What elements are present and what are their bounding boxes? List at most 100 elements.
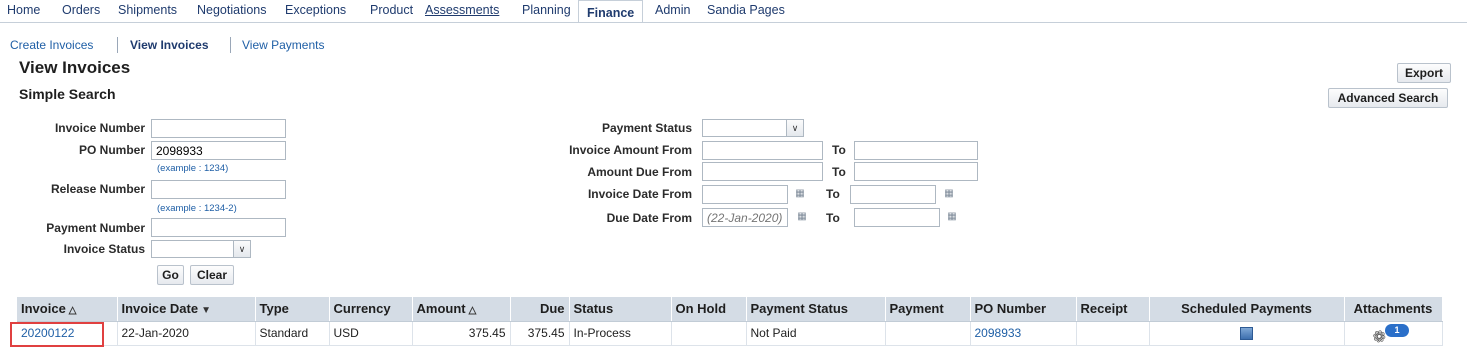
calendar-icon[interactable]: ▦ <box>795 210 809 224</box>
column-label: Attachments <box>1353 301 1433 317</box>
calendar-icon[interactable]: ▦ <box>945 210 959 224</box>
column-header-payment-status: Payment Status <box>746 297 886 322</box>
invoice-link[interactable]: 20200122 <box>21 326 74 340</box>
tab-home[interactable]: Home <box>7 3 40 17</box>
tab-planning[interactable]: Planning <box>522 3 571 17</box>
invoice-date-from-label: Invoice Date From <box>587 187 692 201</box>
column-label: Payment Status <box>750 301 849 317</box>
amount-due-from-input[interactable] <box>702 162 823 181</box>
column-label: Status <box>573 301 614 317</box>
subtab-view-payments[interactable]: View Payments <box>242 38 324 52</box>
page-title: View Invoices <box>19 58 131 77</box>
payment-number-input[interactable] <box>151 218 286 237</box>
column-label: Invoice <box>21 301 66 317</box>
tab-admin[interactable]: Admin <box>655 3 690 17</box>
po-number-cell: 2098933 <box>970 321 1077 346</box>
column-label: Amount <box>416 301 466 317</box>
scheduled-payments-icon[interactable] <box>1240 327 1253 341</box>
attachments-count-badge: 1 <box>1385 324 1409 337</box>
sort-descending-icon[interactable]: ▼ <box>201 305 211 316</box>
tab-orders[interactable]: Orders <box>62 3 100 17</box>
to-label: To <box>832 143 846 157</box>
clear-button[interactable]: Clear <box>190 265 234 285</box>
column-header-payment: Payment <box>885 297 971 322</box>
invoices-table: Invoice △ Invoice Date ▼ Type Currency Amo… <box>17 297 1443 348</box>
amount-due-to-input[interactable] <box>854 162 978 181</box>
to-label: To <box>826 211 840 225</box>
section-title: Simple Search <box>19 86 116 102</box>
column-label: Scheduled Payments <box>1181 301 1312 317</box>
column-header-status: Status <box>569 297 672 322</box>
column-label: Type <box>259 301 289 317</box>
column-label: Currency <box>333 301 391 317</box>
release-number-input[interactable] <box>151 180 286 199</box>
column-label: Invoice Date <box>121 301 199 317</box>
column-header-invoice-date[interactable]: Invoice Date ▼ <box>117 297 256 322</box>
po-number-input[interactable] <box>151 141 286 160</box>
invoice-date-to-input[interactable] <box>850 185 936 204</box>
sort-ascending-icon[interactable]: △ <box>469 305 477 316</box>
due-date-from-label: Due Date From <box>606 211 692 225</box>
subnav-divider <box>230 37 231 53</box>
invoice-amount-from-input[interactable] <box>702 141 823 160</box>
column-header-currency: Currency <box>329 297 413 322</box>
attachments-cell: ❁ 1 <box>1344 321 1443 348</box>
due-date-from-input[interactable] <box>702 208 788 227</box>
calendar-icon[interactable]: ▦ <box>793 187 807 201</box>
payment-status-select[interactable]: ∨ <box>702 119 804 137</box>
tab-finance[interactable]: Finance <box>578 0 644 22</box>
top-navigation: Home Orders Shipments Negotiations Excep… <box>0 0 1467 23</box>
payment-cell <box>885 321 971 346</box>
po-number-hint: (example : 1234) <box>157 163 229 174</box>
go-button[interactable]: Go <box>157 265 184 285</box>
po-number-label: PO Number <box>78 143 145 157</box>
column-label: Due <box>539 301 565 317</box>
due-date-to-input[interactable] <box>854 208 940 227</box>
invoice-cell: 20200122 <box>17 321 118 346</box>
tab-product[interactable]: Product <box>370 3 413 17</box>
tab-negotiations[interactable]: Negotiations <box>197 3 267 17</box>
tab-shipments[interactable]: Shipments <box>118 3 177 17</box>
column-label: Receipt <box>1080 301 1128 317</box>
column-header-attachments: Attachments <box>1344 297 1443 322</box>
subtab-view-invoices[interactable]: View Invoices <box>130 38 209 52</box>
calendar-icon[interactable]: ▦ <box>942 187 956 201</box>
subtab-create-invoices[interactable]: Create Invoices <box>10 38 93 52</box>
po-number-link[interactable]: 2098933 <box>975 326 1022 340</box>
invoice-date-from-input[interactable] <box>702 185 788 204</box>
currency-cell: USD <box>329 321 413 346</box>
column-header-scheduled-payments: Scheduled Payments <box>1149 297 1345 322</box>
on-hold-cell <box>671 321 747 346</box>
chevron-down-icon: ∨ <box>233 241 250 257</box>
to-label: To <box>826 187 840 201</box>
tab-sandia-pages[interactable]: Sandia Pages <box>707 3 785 17</box>
status-cell: In-Process <box>569 321 672 346</box>
invoice-number-label: Invoice Number <box>54 121 145 135</box>
invoice-status-label: Invoice Status <box>63 242 145 256</box>
subnav-divider <box>117 37 118 53</box>
amount-cell: 375.45 <box>412 321 511 346</box>
attachment-icon[interactable]: ❁ 1 <box>1370 324 1415 348</box>
invoice-amount-to-input[interactable] <box>854 141 978 160</box>
receipt-cell <box>1076 321 1150 346</box>
due-cell: 375.45 <box>510 321 570 346</box>
table-row: 20200122 22-Jan-2020 Standard USD 375.45… <box>17 321 1443 348</box>
invoice-amount-from-label: Invoice Amount From <box>569 143 692 157</box>
export-button[interactable]: Export <box>1397 63 1451 83</box>
invoice-number-input[interactable] <box>151 119 286 138</box>
tab-assessments[interactable]: Assessments <box>425 3 499 17</box>
column-header-invoice[interactable]: Invoice △ <box>17 297 118 322</box>
invoice-status-select[interactable]: ∨ <box>151 240 251 258</box>
release-number-hint: (example : 1234-2) <box>157 203 237 214</box>
column-label: PO Number <box>974 301 1047 317</box>
advanced-search-button[interactable]: Advanced Search <box>1328 88 1448 108</box>
release-number-label: Release Number <box>50 182 145 196</box>
column-header-type: Type <box>255 297 330 322</box>
column-header-receipt: Receipt <box>1076 297 1150 322</box>
column-header-amount[interactable]: Amount △ <box>412 297 511 322</box>
sort-ascending-icon[interactable]: △ <box>69 305 77 316</box>
to-label: To <box>832 165 846 179</box>
column-header-due: Due <box>510 297 570 322</box>
tab-exceptions[interactable]: Exceptions <box>285 3 346 17</box>
chevron-down-icon: ∨ <box>786 120 803 136</box>
